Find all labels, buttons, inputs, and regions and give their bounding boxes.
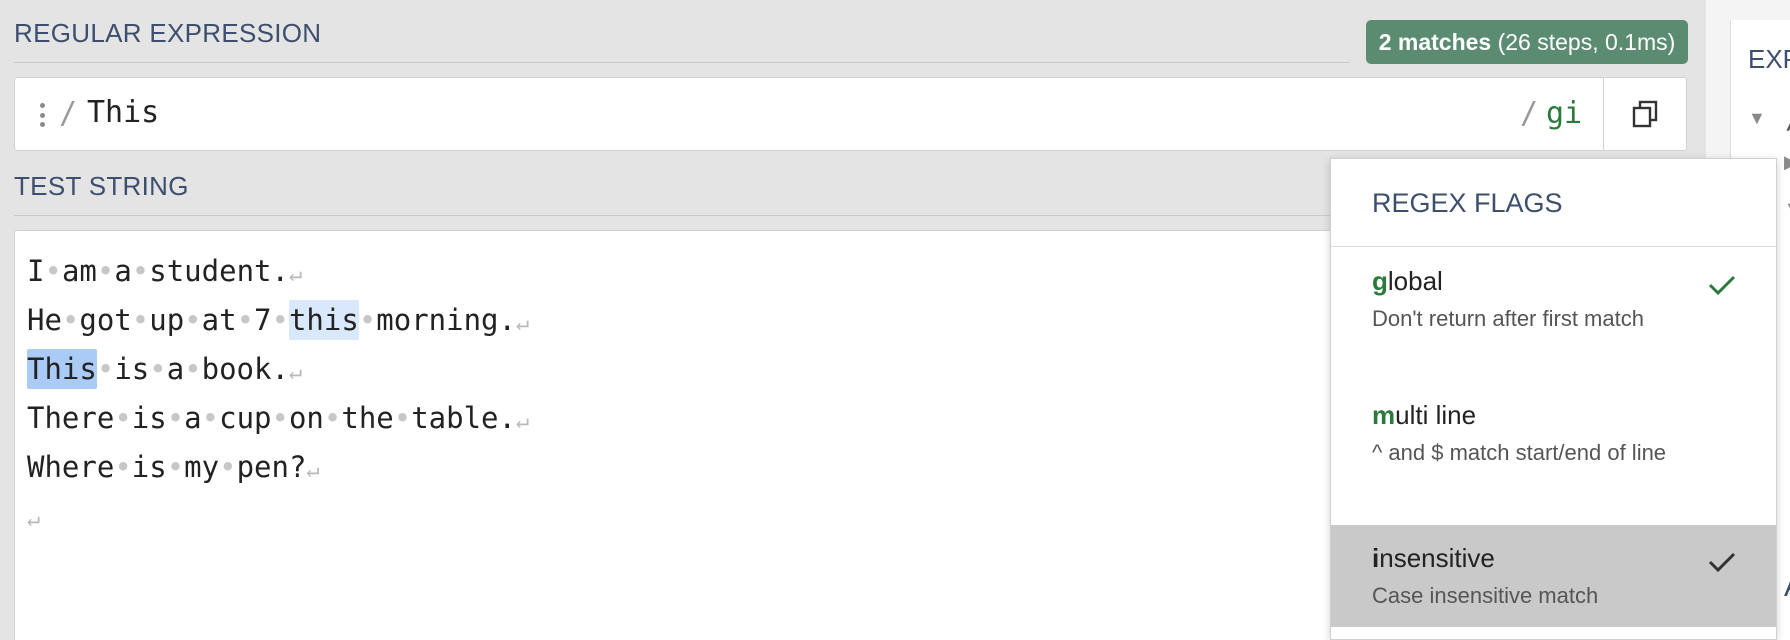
flag-desc-multiline: ^ and $ match start/end of line — [1372, 440, 1667, 465]
whitespace-marker: • — [358, 303, 377, 337]
whitespace-marker: • — [114, 450, 132, 484]
whitespace-marker: • — [61, 303, 80, 337]
test-text: is — [131, 450, 167, 484]
whitespace-marker: • — [271, 303, 289, 337]
test-text: a — [184, 401, 202, 435]
test-text: Where — [27, 450, 115, 484]
test-text: is — [131, 401, 167, 435]
whitespace-marker: • — [96, 352, 115, 386]
regex-delimiter-close: / — [1520, 96, 1539, 131]
test-text: up — [149, 303, 185, 337]
explanation-section-letter: A — [1784, 570, 1790, 604]
drag-handle-icon[interactable] — [39, 103, 45, 127]
whitespace-marker: • — [323, 401, 342, 435]
explanation-title: EXP — [1748, 44, 1790, 74]
regex-input-box[interactable]: / This / gi — [14, 77, 1687, 151]
match-detail: (26 steps, 0.1ms) — [1497, 29, 1676, 55]
regex-delimiter-open: / — [59, 96, 78, 131]
test-text: on — [288, 401, 324, 435]
checkmark-icon — [1708, 552, 1736, 573]
newline-marker: ↵ — [515, 409, 530, 434]
test-text: table. — [411, 401, 516, 435]
flag-name-multiline: multi line — [1372, 400, 1477, 430]
test-line: This•is•a•book.↵ — [27, 345, 529, 394]
newline-marker: ↵ — [515, 311, 530, 336]
regex-flags-toggle[interactable]: gi — [1546, 96, 1582, 131]
flag-desc-global: Don't return after first match — [1372, 306, 1644, 331]
flag-desc-insensitive: Case insensitive match — [1372, 583, 1599, 608]
flags-menu-title: REGEX FLAGS — [1331, 159, 1776, 247]
test-line: Where•is•my•pen?↵ — [27, 443, 529, 492]
whitespace-marker: • — [219, 450, 237, 484]
flag-item-global[interactable]: global Don't return after first match — [1331, 248, 1776, 382]
explanation-slash: / — [1785, 102, 1790, 135]
test-text: He — [27, 303, 62, 337]
newline-marker: ↵ — [27, 507, 41, 532]
copy-icon — [1632, 100, 1658, 128]
whitespace-marker: • — [44, 254, 62, 288]
test-text: book. — [201, 352, 289, 386]
test-text: student. — [149, 254, 289, 288]
test-text: morning. — [376, 303, 516, 337]
test-text: I — [27, 254, 45, 288]
regex-pattern-input[interactable]: This — [87, 95, 159, 130]
whitespace-marker: • — [236, 303, 255, 337]
whitespace-marker: • — [131, 303, 150, 337]
test-text: the — [341, 401, 394, 435]
whitespace-marker: • — [131, 254, 150, 288]
checkmark-icon — [1708, 275, 1736, 296]
match-count-badge: 2 matches (26 steps, 0.1ms) — [1366, 20, 1688, 64]
test-string-lines: I•am•a•student.↵ He•got•up•at•7•this•morn… — [27, 247, 529, 541]
whitespace-marker: • — [166, 401, 185, 435]
test-string-section-title: TEST STRING — [14, 171, 189, 201]
collapse-caret-icon[interactable]: ▼ — [1748, 108, 1766, 129]
match-highlight-active: This — [27, 349, 97, 389]
test-text: am — [61, 254, 97, 288]
test-text: my — [184, 450, 220, 484]
whitespace-marker: • — [166, 450, 185, 484]
newline-marker: ↵ — [306, 458, 320, 483]
regex-section-title: REGULAR EXPRESSION — [14, 18, 322, 48]
flag-item-insensitive[interactable]: insensitive Case insensitive match — [1331, 525, 1776, 627]
test-line: I•am•a•student.↵ — [27, 247, 529, 296]
test-text: 7 — [254, 303, 272, 337]
test-text: cup — [219, 401, 272, 435]
newline-marker: ↵ — [288, 262, 303, 287]
whitespace-marker: • — [184, 352, 202, 386]
test-text: pen? — [236, 450, 307, 484]
test-title-divider — [14, 215, 1330, 216]
test-text: at — [201, 303, 237, 337]
collapse-caret-icon-2[interactable]: ▼ — [1784, 198, 1790, 219]
test-line: ↵ — [27, 492, 529, 541]
whitespace-marker: • — [96, 254, 115, 288]
test-line: He•got•up•at•7•this•morning.↵ — [27, 296, 529, 345]
test-text: a — [114, 254, 132, 288]
whitespace-marker: • — [393, 401, 412, 435]
newline-marker: ↵ — [288, 360, 303, 385]
whitespace-marker: • — [201, 401, 220, 435]
test-text: is — [114, 352, 150, 386]
match-highlight: this — [288, 300, 359, 340]
test-line: There•is•a•cup•on•the•table.↵ — [27, 394, 529, 443]
expand-caret-icon[interactable]: ▶ — [1784, 152, 1790, 173]
copy-button[interactable] — [1603, 78, 1686, 150]
flag-item-multiline[interactable]: multi line ^ and $ match start/end of li… — [1331, 382, 1776, 515]
whitespace-marker: • — [184, 303, 202, 337]
regex-flags-menu: REGEX FLAGS global Don't return after fi… — [1330, 158, 1777, 640]
regex-title-divider — [14, 62, 1350, 63]
test-text: got — [79, 303, 132, 337]
whitespace-marker: • — [149, 352, 167, 386]
whitespace-marker: • — [271, 401, 289, 435]
test-text: a — [166, 352, 185, 386]
whitespace-marker: • — [114, 401, 132, 435]
match-count: 2 matches — [1378, 29, 1492, 55]
test-text: There — [27, 401, 115, 435]
